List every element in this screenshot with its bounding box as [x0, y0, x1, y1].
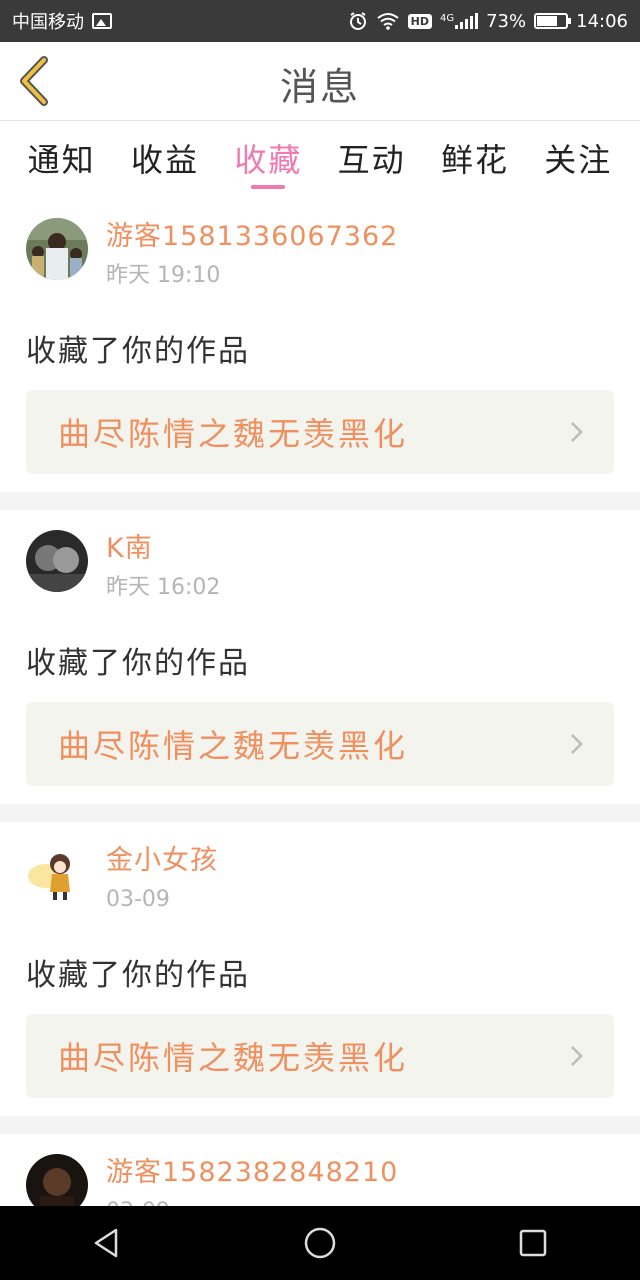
- user-name[interactable]: 游客1581336067362: [106, 218, 398, 256]
- tab-earnings[interactable]: 收益: [131, 121, 199, 181]
- alarm-icon: [349, 12, 366, 30]
- work-link[interactable]: 曲尽陈情之魏无羡黑化: [26, 390, 614, 474]
- wifi-icon: [377, 13, 399, 30]
- nav-home-circle-icon: [304, 1227, 336, 1259]
- action-text: 收藏了你的作品: [26, 334, 250, 369]
- user-name[interactable]: 金小女孩: [106, 842, 218, 880]
- signal-bars-icon: [455, 13, 479, 29]
- divider: [0, 492, 640, 510]
- user-name[interactable]: K南: [106, 530, 220, 568]
- tab-follows[interactable]: 关注: [544, 121, 612, 181]
- work-link[interactable]: 曲尽陈情之魏无羡黑化: [26, 1014, 614, 1098]
- message-tabs: 通知 收益 收藏 互动 鲜花 关注: [0, 121, 640, 197]
- nav-back-button[interactable]: [67, 1213, 147, 1273]
- chevron-right-icon: [571, 1046, 583, 1066]
- network-type-label: 4G: [439, 13, 455, 24]
- action-text: 收藏了你的作品: [26, 646, 250, 681]
- list-item: 金小女孩 03-09 收藏了你的作品 曲尽陈情之魏无羡黑化: [0, 822, 640, 1116]
- tab-interactions[interactable]: 互动: [338, 121, 406, 181]
- list-item: 游客1581336067362 昨天 19:10 收藏了你的作品 曲尽陈情之魏无…: [0, 198, 640, 492]
- favorites-feed: 游客1581336067362 昨天 19:10 收藏了你的作品 曲尽陈情之魏无…: [0, 198, 640, 1248]
- divider: [0, 1116, 640, 1134]
- battery-percent: 73%: [486, 10, 527, 32]
- avatar[interactable]: [26, 218, 88, 280]
- work-link[interactable]: 曲尽陈情之魏无羡黑化: [26, 702, 614, 786]
- work-title: 曲尽陈情之魏无羡黑化: [58, 415, 409, 453]
- timestamp: 03-09: [106, 887, 170, 912]
- status-bar: 中国移动 HD 4G 73% 14:06: [0, 0, 640, 42]
- work-title: 曲尽陈情之魏无羡黑化: [58, 1039, 409, 1077]
- timestamp: 昨天 19:10: [106, 263, 221, 288]
- system-nav-bar: [0, 1206, 640, 1280]
- tab-flowers[interactable]: 鲜花: [441, 121, 509, 181]
- app-header: 消息: [0, 42, 640, 121]
- avatar[interactable]: [26, 530, 88, 592]
- image-notification-icon: [92, 13, 112, 29]
- battery-icon: [534, 13, 572, 29]
- nav-recent-square-icon: [520, 1229, 547, 1257]
- hd-badge: HD: [407, 13, 432, 29]
- page-title: 消息: [279, 65, 360, 109]
- user-name[interactable]: 游客1582382848210: [106, 1154, 398, 1192]
- carrier-label: 中国移动: [12, 12, 84, 33]
- cell-signal: 4G: [439, 13, 479, 29]
- work-title: 曲尽陈情之魏无羡黑化: [58, 727, 409, 765]
- tab-favorites[interactable]: 收藏: [234, 121, 302, 181]
- nav-home-button[interactable]: [280, 1213, 360, 1273]
- avatar[interactable]: [26, 842, 88, 904]
- action-text: 收藏了你的作品: [26, 958, 250, 993]
- chevron-right-icon: [571, 734, 583, 754]
- chevron-right-icon: [571, 422, 583, 442]
- divider: [0, 804, 640, 822]
- timestamp: 昨天 16:02: [106, 575, 221, 600]
- tab-notifications[interactable]: 通知: [28, 121, 96, 181]
- list-item: K南 昨天 16:02 收藏了你的作品 曲尽陈情之魏无羡黑化: [0, 510, 640, 804]
- nav-recent-button[interactable]: [493, 1213, 573, 1273]
- clock: 14:06: [576, 10, 628, 32]
- nav-back-triangle-icon: [94, 1228, 117, 1258]
